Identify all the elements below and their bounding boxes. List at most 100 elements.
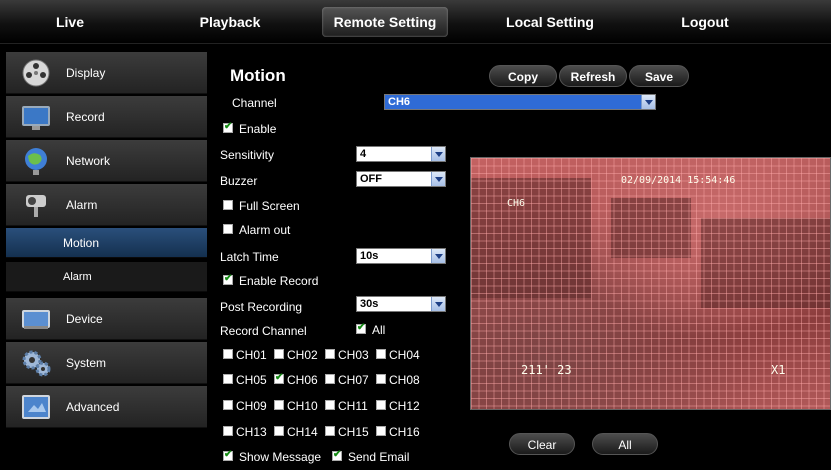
channel-checkbox-label: CH11 (338, 399, 368, 413)
sidebar-item-label: Record (66, 110, 105, 124)
channel-checkbox[interactable] (223, 349, 233, 359)
full-screen-label: Full Screen (239, 199, 300, 213)
sidebar-item-record[interactable]: Record (6, 96, 207, 138)
latch-time-value: 10s (360, 250, 379, 262)
channel-checkbox[interactable] (325, 349, 335, 359)
channel-checkbox[interactable] (274, 372, 284, 384)
globe-icon (25, 148, 47, 175)
sidebar-subitem-alarm[interactable]: Alarm (6, 262, 207, 292)
sidebar-subitem-motion[interactable]: Motion (6, 228, 207, 258)
post-recording-label: Post Recording (220, 300, 303, 314)
channel-checkbox-label: CH08 (389, 373, 420, 387)
preview-channel-name: CH6 (507, 198, 526, 209)
hard-drive-icon (22, 310, 50, 329)
nav-remote-setting[interactable]: Remote Setting (322, 7, 448, 37)
channel-label: Channel (232, 96, 277, 110)
sidebar-item-device[interactable]: Device (6, 298, 207, 340)
record-channel-all-checkbox[interactable] (356, 322, 366, 334)
channel-checkbox[interactable] (376, 374, 386, 384)
buzzer-label: Buzzer (220, 174, 258, 188)
motion-settings-panel: Motion Copy Refresh Save Channel CH6 Ena… (214, 52, 831, 470)
channel-checkbox-label: CH15 (338, 425, 369, 439)
sidebar-item-label: Network (66, 154, 111, 168)
select-all-button[interactable]: All (592, 433, 658, 455)
sidebar-item-system[interactable]: System (6, 342, 207, 384)
enable-checkbox[interactable] (223, 121, 233, 133)
channel-checkbox[interactable] (223, 426, 233, 436)
refresh-button[interactable]: Refresh (559, 65, 627, 87)
channel-checkbox-label: CH04 (389, 348, 420, 362)
copy-button[interactable]: Copy (489, 65, 557, 87)
channel-checkbox[interactable] (274, 400, 284, 410)
channel-checkbox[interactable] (376, 426, 386, 436)
alarm-out-checkbox[interactable] (223, 224, 233, 234)
channel-checkbox[interactable] (223, 400, 233, 410)
page-title: Motion (230, 66, 286, 85)
sensitivity-label: Sensitivity (220, 148, 275, 162)
channel-checkbox[interactable] (376, 400, 386, 410)
buzzer-select[interactable]: OFF (356, 171, 446, 187)
screen-icon (22, 395, 50, 419)
post-recording-select[interactable]: 30s (356, 296, 446, 312)
channel-checkbox[interactable] (325, 374, 335, 384)
channel-checkbox[interactable] (376, 349, 386, 359)
sidebar-item-advanced[interactable]: Advanced (6, 386, 207, 428)
sidebar-item-label: Advanced (66, 400, 120, 414)
record-channel-label: Record Channel (220, 324, 307, 338)
sensitivity-select[interactable]: 4 (356, 146, 446, 162)
nav-live[interactable]: Live (30, 7, 110, 37)
nav-logout[interactable]: Logout (665, 7, 745, 37)
record-channel-all-label: All (372, 323, 386, 337)
sidebar-item-network[interactable]: Network (6, 140, 207, 182)
channel-checkbox-label: CH02 (287, 348, 318, 362)
channel-checkbox[interactable] (223, 374, 233, 384)
preview-overlay-right: X1 (771, 363, 786, 377)
channel-checkbox[interactable] (325, 426, 335, 436)
motion-area-preview[interactable]: 02/09/2014 15:54:46 CH6 211' 23 X1 (470, 157, 831, 410)
top-navigation-bar: Live Playback Remote Setting Local Setti… (0, 0, 831, 44)
nav-local-setting[interactable]: Local Setting (495, 7, 605, 37)
channel-checkbox-label: CH07 (338, 373, 369, 387)
sidebar: Display Record Network Alarm Motion Alar… (6, 52, 207, 470)
enable-label: Enable (239, 122, 277, 136)
show-message-checkbox[interactable] (223, 449, 233, 461)
channel-checkbox-label: CH03 (338, 348, 369, 362)
channel-checkbox[interactable] (274, 426, 284, 436)
sidebar-item-label: Device (66, 312, 103, 326)
camera-icon (26, 195, 46, 217)
channel-checkbox-label: CH09 (236, 399, 267, 413)
preview-timestamp: 02/09/2014 15:54:46 (621, 175, 736, 186)
post-recording-value: 30s (360, 298, 379, 310)
show-message-label: Show Message (239, 450, 322, 464)
channel-checkbox-label: CH16 (389, 425, 420, 439)
enable-record-checkbox[interactable] (223, 273, 233, 285)
channel-checkbox-label: CH12 (389, 399, 420, 413)
chevron-down-icon (431, 172, 445, 186)
channel-value: CH6 (388, 96, 411, 108)
channel-checkbox-label: CH14 (287, 425, 318, 439)
full-screen-checkbox[interactable] (223, 200, 233, 210)
buzzer-value: OFF (360, 173, 382, 185)
save-button[interactable]: Save (629, 65, 689, 87)
channel-checkbox-label: CH05 (236, 373, 267, 387)
channel-checkbox[interactable] (325, 400, 335, 410)
alarm-out-label: Alarm out (239, 223, 291, 237)
sensitivity-value: 4 (360, 148, 367, 160)
film-reel-icon (22, 59, 50, 87)
preview-overlay-left: 211' 23 (521, 363, 572, 377)
sidebar-item-alarm[interactable]: Alarm (6, 184, 207, 226)
channel-checkbox-label: CH06 (287, 373, 318, 387)
send-email-checkbox[interactable] (332, 449, 342, 461)
latch-time-select[interactable]: 10s (356, 248, 446, 264)
monitor-icon (22, 106, 50, 130)
clear-button[interactable]: Clear (509, 433, 575, 455)
channel-checkbox[interactable] (274, 349, 284, 359)
channel-checkbox-label: CH13 (236, 425, 267, 439)
nav-playback[interactable]: Playback (185, 7, 275, 37)
sidebar-item-display[interactable]: Display (6, 52, 207, 94)
chevron-down-icon (431, 249, 445, 263)
sidebar-item-label: System (66, 356, 107, 370)
channel-checkbox-label: CH10 (287, 399, 318, 413)
latch-time-label: Latch Time (220, 250, 279, 264)
channel-select[interactable]: CH6 (384, 94, 656, 110)
